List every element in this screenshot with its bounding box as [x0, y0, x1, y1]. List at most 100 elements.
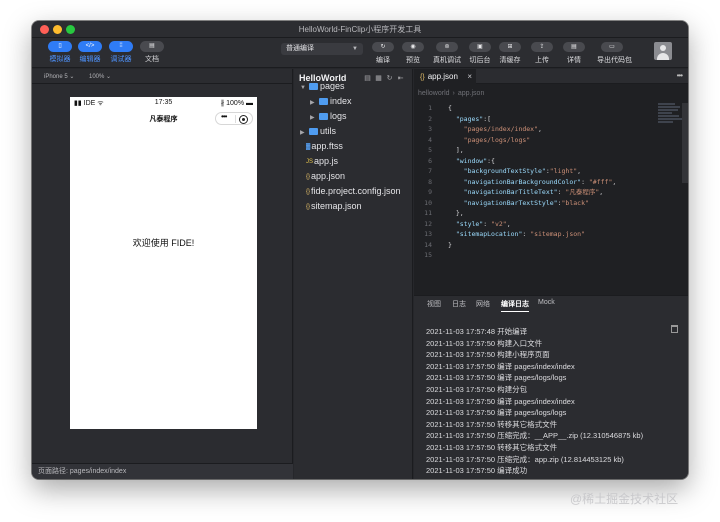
code-text: "pages/index/index", — [463, 125, 542, 133]
more-icon[interactable]: ••• — [677, 71, 683, 80]
breadcrumb: helloworld › app.json — [418, 90, 484, 97]
code-line[interactable]: 1{ — [414, 103, 688, 114]
tree-item-index[interactable]: ▶ index — [310, 94, 352, 108]
close-miniapp-icon[interactable] — [239, 115, 248, 124]
explorer-actions: ▤ ▦ ↻ ⇤ — [362, 74, 406, 82]
tree-item-app-ftss[interactable]: ▓app.ftss — [306, 139, 343, 153]
toolbar-details-button[interactable]: ▤ 详情 — [559, 42, 589, 65]
upload-icon: ⇪ — [531, 42, 553, 52]
toolbar-folder-button[interactable]: ▭ 导出代码包 — [597, 42, 632, 65]
code-editor[interactable]: {} app.json × ••• helloworld › app.json 1{2… — [414, 69, 688, 295]
breadcrumb-folder[interactable]: helloworld — [418, 90, 450, 97]
json-file-icon: {} — [306, 204, 311, 210]
chevron-right-icon[interactable]: ▶ — [310, 96, 319, 110]
log-line: 2021-11-03 17:57:50 压缩完成：__APP__.zip (12… — [426, 431, 644, 441]
folder-icon — [319, 113, 328, 120]
code-line[interactable]: 10 "navigationBarTextStyle":"black" — [414, 198, 688, 209]
code-line[interactable]: 14} — [414, 240, 688, 251]
collapse-icon[interactable]: ⇤ — [395, 74, 406, 82]
phone-icon: ▯ — [48, 41, 72, 52]
code-line[interactable]: 12 "style": "v2", — [414, 219, 688, 230]
tree-item-app-js[interactable]: JSapp.js — [306, 154, 338, 168]
json-file-icon: {} — [306, 189, 311, 195]
code-line[interactable]: 2 "pages":[ — [414, 114, 688, 125]
window-title: HelloWorld-FinClip小程序开发工具 — [298, 25, 422, 34]
toolbar-device-debug-button[interactable]: ⊚ 真机调试 — [432, 42, 462, 65]
toolbar-background-button[interactable]: ▣ 切后台 — [465, 42, 495, 65]
console-tab-2[interactable]: 网络 — [476, 299, 490, 309]
tree-item-label: utils — [320, 126, 337, 136]
cache-icon: ⊞ — [499, 42, 521, 52]
tree-item-pages[interactable]: ▼ pages — [300, 79, 345, 93]
code-line[interactable]: 7 "backgroundTextStyle":"light", — [414, 166, 688, 177]
code-text: "navigationBarTitleText": "凡泰程序", — [463, 188, 604, 196]
toolbar-cache-button[interactable]: ⊞ 清缓存 — [495, 42, 525, 65]
chevron-right-icon[interactable]: ▶ — [310, 111, 319, 125]
console-tab-1[interactable]: 日志 — [452, 299, 466, 309]
more-icon[interactable]: ••• — [221, 112, 227, 121]
tree-item-label: app.js — [314, 156, 339, 166]
toolbar-eye-button[interactable]: ◉ 预览 — [398, 42, 428, 65]
chevron-right-icon[interactable]: ▶ — [300, 126, 309, 140]
close-tab-icon[interactable]: × — [467, 69, 472, 84]
toolbar-button-label: 编辑器 — [79, 56, 101, 63]
tab-app-json[interactable]: {} app.json × — [414, 69, 476, 84]
zoom-select[interactable]: 100% ⌄ — [89, 73, 111, 80]
new-folder-icon[interactable]: ▦ — [373, 74, 384, 82]
tree-item-sitemap-json[interactable]: {}sitemap.json — [306, 199, 362, 213]
code-line[interactable]: 8 "navigationBarBackgroundColor": "#fff"… — [414, 177, 688, 188]
avatar[interactable] — [654, 42, 672, 60]
toolbar-debug-button[interactable]: ⁞⁞ 调试器 — [107, 41, 135, 64]
log-line: 2021-11-03 17:57:50 编译 pages/logs/logs — [426, 373, 567, 383]
code-line[interactable]: 3 "pages/index/index", — [414, 124, 688, 135]
code-line[interactable]: 15 — [414, 250, 688, 261]
phone-status-bar: ▮▮ IDE ᯤ 17:35 ∦ 100% ▬ — [70, 97, 257, 108]
tree-item-label: app.ftss — [311, 141, 343, 151]
log-line: 2021-11-03 17:57:48 开始编译 — [426, 327, 528, 336]
code-line[interactable]: 13 "sitemapLocation": "sitemap.json" — [414, 229, 688, 240]
toolbar-doc-button[interactable]: ▤ 文档 — [138, 41, 166, 64]
device-select[interactable]: iPhone 5 ⌄ — [44, 73, 74, 80]
code-line[interactable]: 11 }, — [414, 208, 688, 219]
welcome-text: 欢迎使用 FIDE! — [132, 238, 195, 248]
console-tab-0[interactable]: 视图 — [427, 299, 441, 309]
tree-item-utils[interactable]: ▶ utils — [300, 124, 336, 138]
code-line[interactable]: 4 "pages/logs/logs" — [414, 135, 688, 146]
code-area[interactable]: 1{2 "pages":[3 "pages/index/index", 4 "pa… — [414, 103, 688, 261]
phone-nav-bar: 凡泰程序 ••• — [70, 108, 257, 128]
console-tabs: 视图 日志 网络 编译日志 Mock — [414, 296, 688, 312]
breadcrumb-file[interactable]: app.json — [458, 90, 484, 97]
trash-icon[interactable] — [671, 325, 678, 333]
toolbar-code-button[interactable]: </> 编辑器 — [76, 41, 104, 64]
console-panel: 视图 日志 网络 编译日志 Mock 2021-11-03 17:57:48 开始编译 2… — [414, 295, 688, 479]
new-file-icon[interactable]: ▤ — [362, 74, 373, 82]
phone-screen[interactable]: ▮▮ IDE ᯤ 17:35 ∦ 100% ▬ 凡泰程序 ••• 欢迎使用 FI… — [70, 97, 257, 429]
refresh-icon[interactable]: ↻ — [384, 74, 395, 82]
code-line[interactable]: 9 "navigationBarTitleText": "凡泰程序", — [414, 187, 688, 198]
code-text: ], — [448, 146, 464, 154]
editor-tab-bar: {} app.json × ••• — [414, 69, 688, 84]
tree-item-logs[interactable]: ▶ logs — [310, 109, 347, 123]
code-line[interactable]: 6 "window":{ — [414, 156, 688, 167]
code-text: "style": "v2", — [455, 219, 511, 228]
chevron-down-icon[interactable]: ▼ — [300, 81, 309, 95]
editor-scrollbar[interactable] — [682, 103, 688, 183]
tab-label: app.json — [427, 72, 458, 81]
console-tab-3[interactable]: 编译日志 — [501, 299, 529, 312]
log-line: 2021-11-03 17:57:50 构建入口文件 — [426, 338, 543, 348]
line-number: 10 — [424, 198, 432, 207]
tree-item-app-json[interactable]: {}app.json — [306, 169, 345, 183]
line-number: 3 — [428, 125, 432, 133]
toolbar-phone-button[interactable]: ▯ 模拟器 — [46, 41, 74, 64]
log-line: 2021-11-03 17:57:50 编译成功 — [426, 466, 528, 476]
tree-item-fide-project-config-json[interactable]: {}fide.project.config.json — [306, 184, 401, 198]
console-tab-4[interactable]: Mock — [538, 299, 555, 306]
log-line: 2021-11-03 17:57:50 转移其它格式文件 — [426, 443, 558, 452]
log-line: 2021-11-03 17:57:50 编译 pages/index/index — [426, 361, 575, 371]
toolbar-refresh-button[interactable]: ↻ 编译 — [368, 42, 398, 65]
capsule-menu[interactable]: ••• — [215, 112, 253, 125]
code-line[interactable]: 5 ], — [414, 145, 688, 156]
compile-mode-select[interactable]: 普通编译 ▼ — [281, 43, 363, 55]
toolbar-upload-button[interactable]: ⇪ 上传 — [527, 42, 557, 65]
toolbar-button-label: 文档 — [145, 56, 159, 63]
